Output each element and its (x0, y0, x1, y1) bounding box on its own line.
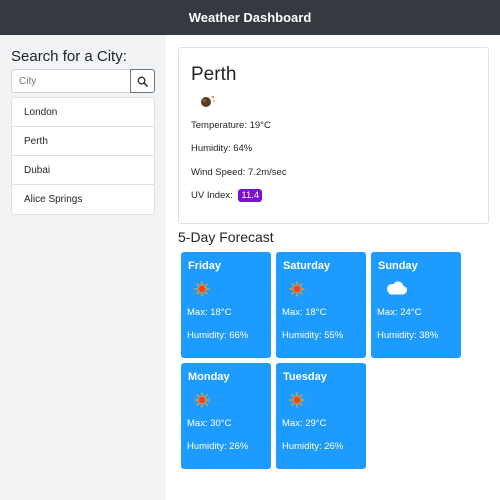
search-button[interactable] (130, 69, 155, 93)
city-item-perth[interactable]: Perth (12, 127, 154, 156)
current-humidity: Humidity: 64% (191, 143, 253, 154)
forecast-humidity: Humidity: 26% (187, 441, 249, 452)
current-wind-speed: Wind Speed: 7.2m/sec (191, 167, 287, 178)
forecast-max-temp: Max: 30°C (187, 418, 232, 429)
sun-icon (194, 281, 210, 302)
search-heading: Search for a City: (11, 48, 127, 65)
uv-label: UV Index: (191, 190, 233, 201)
current-city-name: Perth (191, 64, 237, 85)
forecast-card-friday: Friday Max: 18°C Humidity: 66% (181, 252, 271, 358)
current-temperature: Temperature: 19°C (191, 120, 271, 131)
forecast-humidity: Humidity: 38% (377, 330, 439, 341)
forecast-max-temp: Max: 29°C (282, 418, 327, 429)
forecast-day: Friday (188, 260, 222, 272)
sun-icon (194, 392, 210, 413)
forecast-max-temp: Max: 18°C (187, 307, 232, 318)
uv-index-badge: 11.4 (238, 189, 263, 202)
forecast-humidity: Humidity: 55% (282, 330, 344, 341)
city-item-dubai[interactable]: Dubai (12, 156, 154, 185)
search-history-list: London Perth Dubai Alice Springs (11, 97, 155, 215)
forecast-max-temp: Max: 18°C (282, 307, 327, 318)
moon-icon (199, 94, 217, 113)
city-search-input[interactable] (11, 69, 131, 93)
city-item-alice-springs[interactable]: Alice Springs (12, 185, 154, 214)
forecast-card-sunday: Sunday Max: 24°C Humidity: 38% (371, 252, 461, 358)
sun-icon (289, 281, 305, 302)
search-icon (137, 76, 148, 87)
search-sidebar: Search for a City: London Perth Dubai Al… (0, 35, 166, 500)
forecast-humidity: Humidity: 26% (282, 441, 344, 452)
app-header: Weather Dashboard (0, 0, 500, 35)
forecast-card-tuesday: Tuesday Max: 29°C Humidity: 26% (276, 363, 366, 469)
city-item-london[interactable]: London (12, 98, 154, 127)
cloud-icon (384, 281, 408, 300)
forecast-day: Sunday (378, 260, 418, 272)
forecast-max-temp: Max: 24°C (377, 307, 422, 318)
current-uv-row: UV Index: 11.4 (191, 189, 263, 202)
forecast-day: Tuesday (283, 371, 327, 383)
forecast-humidity: Humidity: 66% (187, 330, 249, 341)
current-weather-card: Perth Temperature: 19°C Humidity: 64% Wi… (178, 47, 489, 224)
forecast-day: Monday (188, 371, 230, 383)
forecast-card-saturday: Saturday Max: 18°C Humidity: 55% (276, 252, 366, 358)
sun-icon (289, 392, 305, 413)
forecast-title: 5-Day Forecast (178, 229, 274, 245)
forecast-day: Saturday (283, 260, 331, 272)
forecast-card-monday: Monday Max: 30°C Humidity: 26% (181, 363, 271, 469)
app-title: Weather Dashboard (188, 10, 312, 25)
